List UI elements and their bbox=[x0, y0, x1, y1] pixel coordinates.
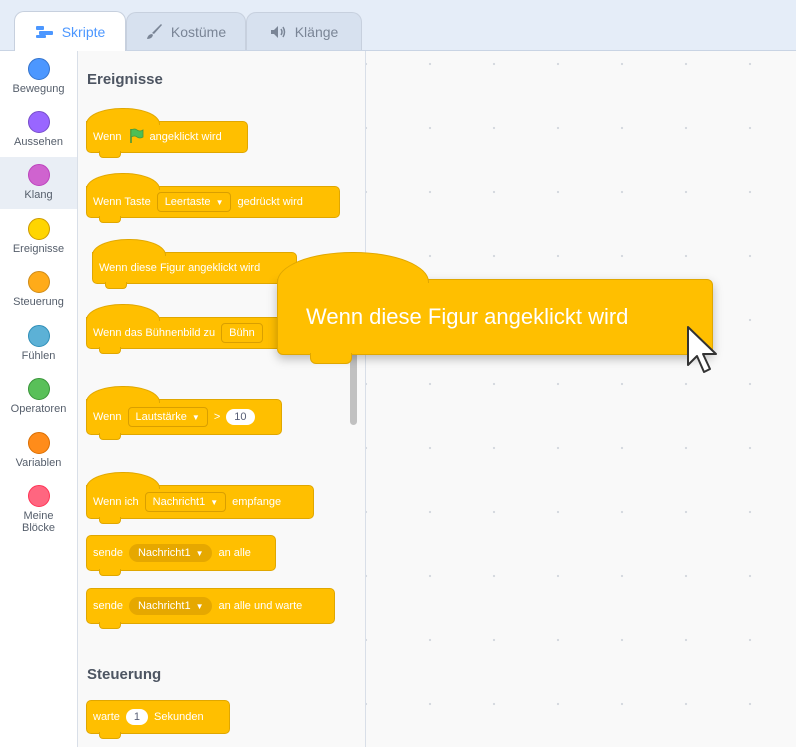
dragged-when-sprite-clicked-block[interactable]: Wenn diese Figur angeklickt wird bbox=[277, 252, 713, 364]
dropdown-value: Bühn bbox=[229, 327, 255, 339]
tab-scripts[interactable]: Skripte bbox=[14, 11, 126, 51]
dropdown-value: Leertaste bbox=[164, 196, 211, 208]
tab-scripts-label: Skripte bbox=[61, 23, 106, 40]
dragged-block-text: Wenn diese Figur angeklickt wird bbox=[306, 304, 629, 329]
editor-tabs: Skripte Kostüme Klänge bbox=[0, 0, 796, 51]
tab-costumes-label: Kostüme bbox=[170, 23, 227, 40]
category-my-blocks-dot bbox=[27, 485, 50, 507]
block-text: an alle bbox=[218, 547, 251, 559]
dropdown-value: Nachricht1 bbox=[137, 547, 191, 559]
caret-down-icon: ▼ bbox=[191, 412, 200, 422]
seconds-input[interactable]: 1 bbox=[125, 709, 149, 725]
category-variables[interactable]: Variablen bbox=[0, 425, 77, 477]
block-text: gedrückt wird bbox=[237, 196, 303, 208]
category-menu: Bewegung Aussehen Klang Ereignisse Steue… bbox=[0, 51, 78, 747]
category-control-dot bbox=[27, 271, 50, 293]
code-icon bbox=[35, 25, 55, 39]
block-text: Wenn ich bbox=[93, 496, 139, 508]
category-sensing[interactable]: Fühlen bbox=[0, 318, 77, 370]
dropdown-value: Nachricht1 bbox=[137, 600, 191, 612]
sensor-dropdown[interactable]: Lautstärke ▼ bbox=[127, 407, 208, 427]
key-dropdown[interactable]: Leertaste ▼ bbox=[156, 192, 232, 212]
category-looks-dot bbox=[27, 111, 50, 133]
caret-down-icon: ▼ bbox=[195, 548, 204, 558]
when-backdrop-switches-block[interactable]: Wenn das Bühnenbild zu Bühn bbox=[86, 304, 296, 354]
block-text: > bbox=[213, 411, 221, 423]
category-events[interactable]: Ereignisse bbox=[0, 211, 77, 263]
category-motion[interactable]: Bewegung bbox=[0, 51, 77, 103]
category-label: Operatoren bbox=[10, 403, 67, 415]
category-events-dot bbox=[27, 218, 50, 240]
when-greater-than-block[interactable]: Wenn Lautstärke ▼ > 10 bbox=[86, 386, 282, 440]
block-text: warte bbox=[93, 711, 120, 723]
category-label: Variablen bbox=[15, 457, 62, 469]
when-sprite-clicked-block[interactable]: Wenn diese Figur angeklickt wird bbox=[92, 239, 297, 289]
dropdown-value: Nachricht1 bbox=[152, 496, 206, 508]
when-flag-clicked-block[interactable]: Wenn angeklickt wird bbox=[86, 108, 248, 158]
wait-block[interactable]: warte 1 Sekunden bbox=[86, 700, 230, 739]
threshold-input[interactable]: 10 bbox=[226, 409, 255, 425]
category-sound[interactable]: Klang bbox=[0, 157, 77, 209]
block-text: Wenn bbox=[93, 131, 122, 143]
block-text: Sekunden bbox=[154, 711, 204, 723]
block-text: angeklickt wird bbox=[149, 131, 222, 143]
block-text: Wenn bbox=[93, 411, 122, 423]
category-motion-dot bbox=[27, 58, 50, 80]
category-control[interactable]: Steuerung bbox=[0, 264, 77, 316]
category-label: Fühlen bbox=[21, 350, 56, 362]
category-sensing-dot bbox=[27, 325, 50, 347]
category-label: Bewegung bbox=[12, 83, 65, 95]
when-i-receive-block[interactable]: Wenn ich Nachricht1 ▼ empfange bbox=[86, 472, 314, 524]
block-text: Wenn das Bühnenbild zu bbox=[93, 327, 216, 339]
message-dropdown[interactable]: Nachricht1 ▼ bbox=[128, 544, 213, 562]
script-area[interactable] bbox=[366, 51, 796, 747]
speaker-icon bbox=[270, 25, 288, 39]
brush-icon bbox=[146, 23, 164, 40]
tab-costumes[interactable]: Kostüme bbox=[126, 12, 246, 50]
broadcast-block[interactable]: sende Nachricht1 ▼ an alle bbox=[86, 535, 276, 576]
category-label: Aussehen bbox=[14, 136, 63, 148]
category-looks[interactable]: Aussehen bbox=[0, 104, 77, 156]
broadcast-and-wait-block[interactable]: sende Nachricht1 ▼ an alle und warte bbox=[86, 588, 335, 629]
message-dropdown[interactable]: Nachricht1 ▼ bbox=[144, 492, 227, 512]
control-heading: Steuerung bbox=[87, 666, 162, 683]
block-text: sende bbox=[93, 600, 123, 612]
green-flag-icon bbox=[128, 128, 144, 147]
tab-sounds-label: Klänge bbox=[294, 23, 339, 40]
caret-down-icon: ▼ bbox=[195, 601, 204, 611]
category-label: Ereignisse bbox=[12, 243, 65, 255]
block-text: empfange bbox=[232, 496, 282, 508]
category-my-blocks[interactable]: Meine Blöcke bbox=[0, 478, 77, 540]
category-operators[interactable]: Operatoren bbox=[0, 371, 77, 423]
category-sound-dot bbox=[27, 164, 50, 186]
block-palette: Ereignisse Wenn angeklickt wird Wenn Tas… bbox=[78, 51, 366, 747]
mouse-pointer-icon bbox=[686, 325, 720, 380]
category-label: Steuerung bbox=[13, 296, 64, 308]
block-text: an alle und warte bbox=[218, 600, 303, 612]
backdrop-dropdown[interactable]: Bühn bbox=[221, 323, 263, 343]
dropdown-value: Lautstärke bbox=[135, 411, 187, 423]
block-text: Wenn Taste bbox=[93, 196, 151, 208]
block-text: Wenn diese Figur angeklickt wird bbox=[99, 262, 261, 274]
message-dropdown[interactable]: Nachricht1 ▼ bbox=[128, 597, 213, 615]
category-label: Meine Blöcke bbox=[21, 510, 56, 534]
caret-down-icon: ▼ bbox=[210, 497, 219, 507]
category-operators-dot bbox=[27, 378, 50, 400]
category-variables-dot bbox=[27, 432, 50, 454]
block-text: sende bbox=[93, 547, 123, 559]
category-label: Klang bbox=[24, 189, 53, 201]
when-key-pressed-block[interactable]: Wenn Taste Leertaste ▼ gedrückt wird bbox=[86, 173, 340, 223]
tab-sounds[interactable]: Klänge bbox=[246, 12, 362, 50]
caret-down-icon: ▼ bbox=[215, 197, 224, 207]
events-heading: Ereignisse bbox=[87, 71, 163, 88]
